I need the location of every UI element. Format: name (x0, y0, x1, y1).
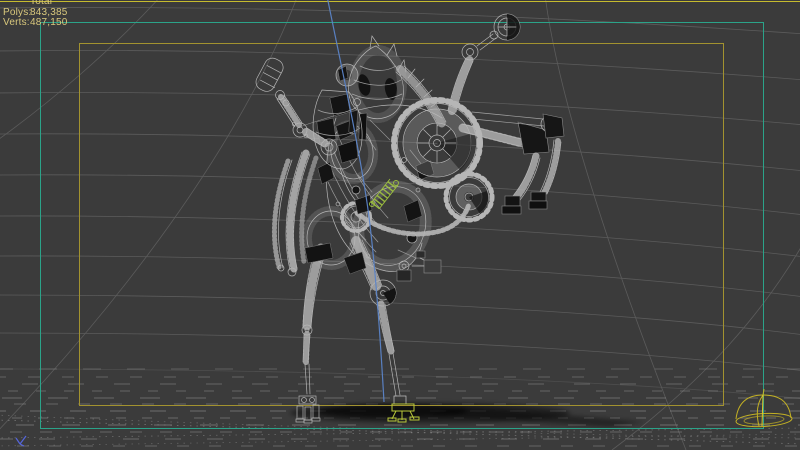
stats-verts-value: 487,150 (30, 18, 68, 29)
stats-verts-label: Verts: (3, 18, 30, 29)
viewport-statistics: Total Polys:843,385 Verts:487,150 (0, 0, 68, 29)
cast-shadow (290, 403, 645, 427)
viewport-3d[interactable]: Total Polys:843,385 Verts:487,150 (0, 0, 800, 450)
stats-verts-row: Verts:487,150 (0, 18, 68, 29)
wireframe-model-horse-rider[interactable] (253, 14, 564, 423)
